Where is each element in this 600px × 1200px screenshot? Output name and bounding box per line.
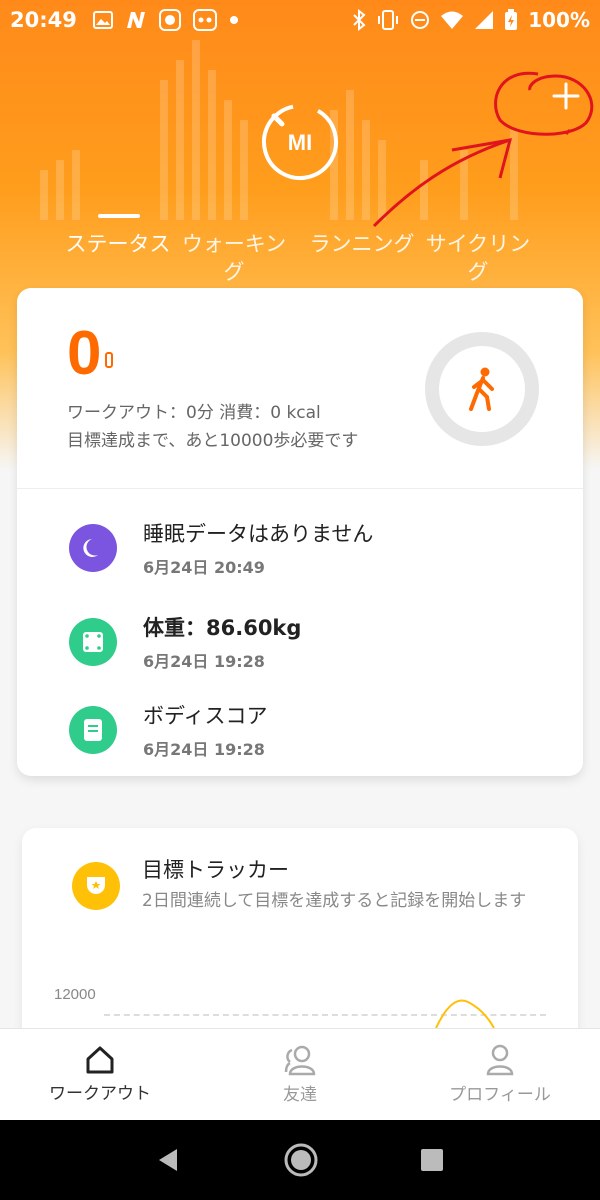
chart-max-label: 12000 <box>54 986 96 1003</box>
tab-active-indicator <box>98 214 140 218</box>
weight-time: 6月24日 19:28 <box>143 652 265 671</box>
system-navigation-bar <box>0 1120 600 1200</box>
scale-icon <box>69 618 117 666</box>
tab-cycling-label: サイクリング <box>425 232 531 284</box>
steps-progress-ring <box>425 332 539 446</box>
status-bar: 20:49 100% <box>0 0 600 40</box>
walking-person-icon <box>469 367 494 411</box>
profile-icon <box>486 1044 514 1076</box>
status-card[interactable]: 0 ワークアウト：0分 消費：0 kcal 目標達成まで、あと10000歩必要で… <box>17 288 583 776</box>
bluetooth-icon <box>353 9 366 31</box>
chart-curve <box>435 999 495 1028</box>
tab-walking-label: ウォーキング <box>181 232 287 284</box>
back-icon[interactable] <box>155 1146 183 1174</box>
goal-remaining: 目標達成まで、あと10000歩必要です <box>67 431 359 451</box>
steps-count: 0 <box>67 319 102 388</box>
tab-walking[interactable]: ウォーキング <box>174 230 294 286</box>
weight-title: 体重：86.60kg <box>143 616 302 640</box>
raccoon-icon <box>192 9 217 31</box>
tab-cycling[interactable]: サイクリング <box>418 230 538 286</box>
band-icon <box>105 352 113 368</box>
home-icon <box>86 1046 114 1074</box>
mi-logo-icon: MI <box>262 104 338 180</box>
tracker-description: 2日間連続して目標を達成すると記録を開始します <box>142 891 527 911</box>
tab-status[interactable]: ステータス <box>58 230 178 258</box>
nav-workout-label: ワークアウト <box>49 1084 151 1104</box>
trophy-icon <box>72 862 120 910</box>
workout-summary: ワークアウト：0分 消費：0 kcal <box>67 403 321 423</box>
weight-row[interactable]: 体重：86.60kg 6月24日 19:28 <box>17 606 583 686</box>
status-time: 20:49 <box>10 8 77 32</box>
app-icon <box>158 9 181 31</box>
svg-text:z: z <box>97 540 102 549</box>
wifi-icon <box>441 11 464 29</box>
body-score-icon <box>69 706 117 754</box>
nav-profile-label: プロフィール <box>449 1085 551 1105</box>
sleep-moon-icon: z <box>69 524 117 572</box>
dnd-icon <box>411 11 430 29</box>
activity-tabs: ステータス ウォーキング ランニング サイクリング <box>0 200 600 284</box>
tab-running[interactable]: ランニング <box>302 230 422 258</box>
image-icon <box>92 11 113 29</box>
plus-icon <box>552 82 580 110</box>
battery-percent: 100% <box>528 8 590 32</box>
tab-status-label: ステータス <box>65 232 171 256</box>
add-button[interactable] <box>540 70 592 122</box>
nav-profile[interactable]: プロフィール <box>400 1029 600 1120</box>
card-divider <box>17 488 583 489</box>
dot-icon <box>229 16 238 24</box>
recents-icon[interactable] <box>419 1147 445 1173</box>
nav-friends[interactable]: 友達 <box>200 1029 400 1120</box>
tab-running-label: ランニング <box>309 232 415 256</box>
tracker-title: 目標トラッカー <box>142 858 289 882</box>
nav-workout[interactable]: ワークアウト <box>0 1029 200 1120</box>
vibrate-icon <box>378 10 399 30</box>
battery-charging-icon <box>505 9 518 30</box>
sleep-time: 6月24日 20:49 <box>143 558 265 577</box>
n-icon <box>126 12 145 28</box>
friends-icon <box>284 1045 316 1076</box>
sleep-title: 睡眠データはありません <box>143 522 374 546</box>
signal-icon <box>475 11 494 29</box>
system-status-icons: 100% <box>352 8 590 32</box>
body-score-title: ボディスコア <box>143 704 268 728</box>
notification-icons <box>92 9 239 31</box>
mi-logo: MI <box>258 100 342 184</box>
mi-logo-text: MI <box>288 130 312 155</box>
body-score-row[interactable]: ボディスコア 6月24日 19:28 <box>17 694 583 774</box>
body-score-time: 6月24日 19:28 <box>143 740 265 759</box>
bottom-navigation: ワークアウト 友達 プロフィール <box>0 1028 600 1120</box>
nav-friends-label: 友達 <box>283 1085 317 1105</box>
home-button-icon[interactable] <box>283 1142 319 1178</box>
sleep-row[interactable]: z 睡眠データはありません 6月24日 20:49 <box>17 512 583 592</box>
